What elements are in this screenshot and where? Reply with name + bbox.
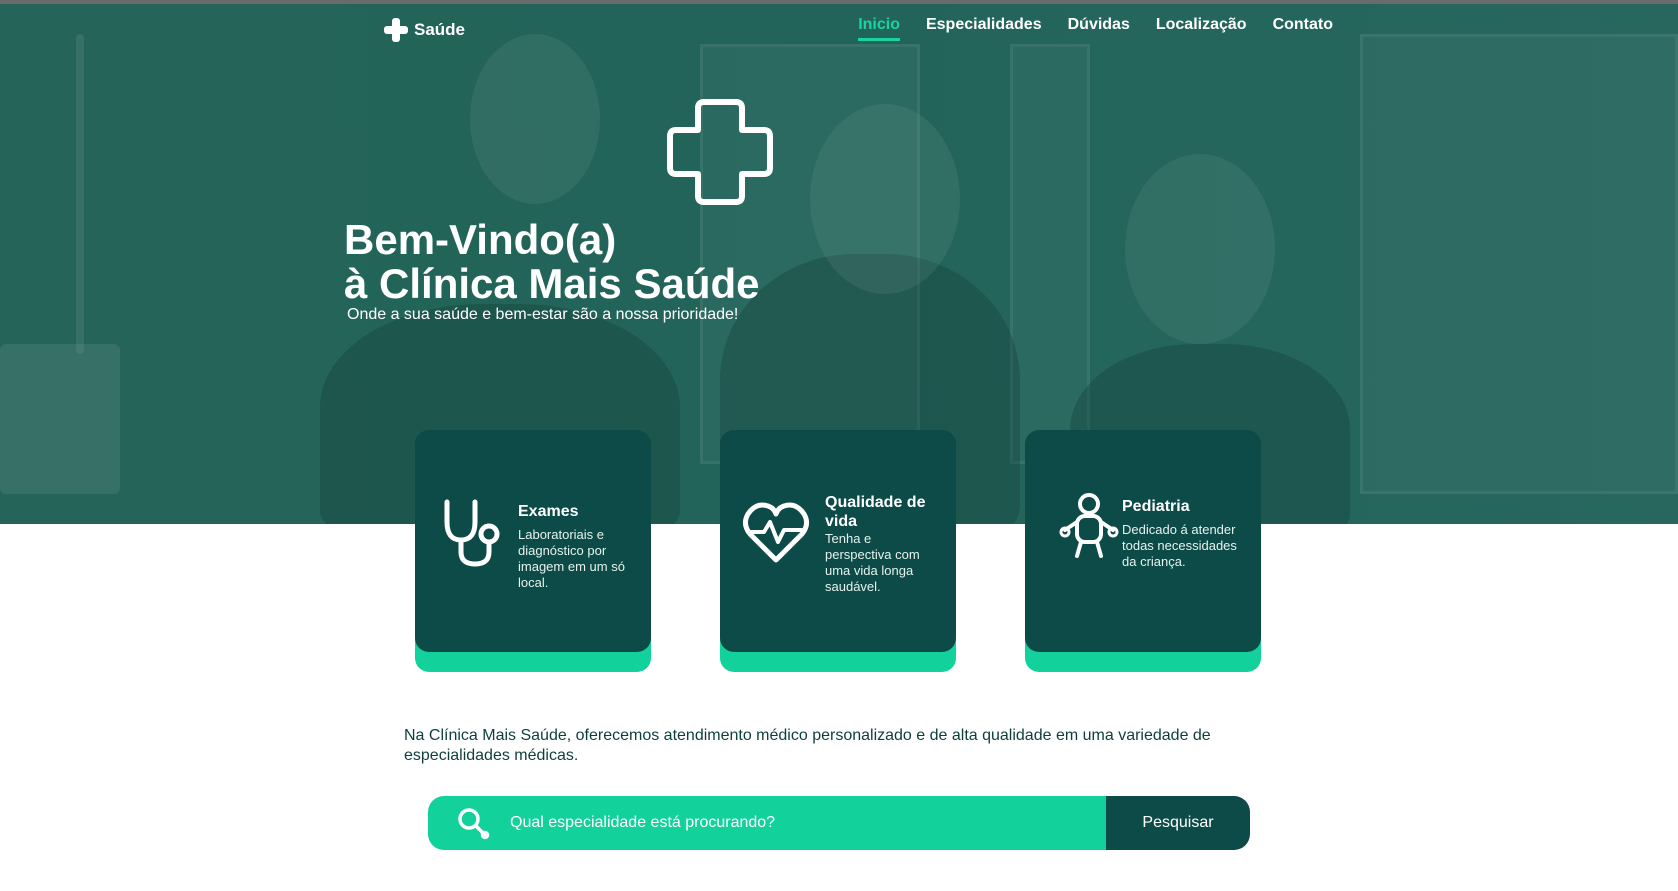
- hero-subtitle: Onde a sua saúde e bem-estar são a nossa…: [347, 306, 739, 323]
- card-text: Dedicado á atender todas necessidades da…: [1122, 522, 1237, 569]
- baby-icon: [1059, 493, 1119, 558]
- card-text: Tenha e perspectiva com uma vida longa s…: [825, 531, 920, 594]
- nav-item-duvidas[interactable]: Dúvidas: [1068, 16, 1130, 41]
- hero-title: Bem-Vindo(a) à Clínica Mais Saúde: [344, 218, 760, 306]
- search-icon: [458, 808, 490, 840]
- card-title: Qualidade de vida: [825, 494, 926, 530]
- medical-cross-icon: [667, 99, 773, 205]
- brand-name: Saúde: [414, 20, 466, 39]
- brand-logo[interactable]: Saúde: [384, 18, 465, 42]
- stethoscope-icon: [444, 499, 500, 567]
- service-card-exames[interactable]: Exames Laboratoriais e diagnóstico por i…: [415, 430, 651, 652]
- search-input[interactable]: [510, 814, 1070, 832]
- main-navigation: Inicio Especialidades Dúvidas Localizaçã…: [858, 16, 1333, 41]
- nav-item-contato[interactable]: Contato: [1273, 16, 1333, 41]
- service-card-qualidade-de-vida[interactable]: Qualidade de vida Tenha e perspectiva co…: [720, 430, 956, 652]
- search-field-wrapper: [428, 796, 1106, 850]
- card-title: Exames: [518, 503, 579, 520]
- hero-title-line1: Bem-Vindo(a): [344, 216, 617, 263]
- card-text: Laboratoriais e diagnóstico por imagem e…: [518, 527, 625, 590]
- specialty-search-bar: Pesquisar: [428, 796, 1250, 850]
- service-card-pediatria[interactable]: Pediatria Dedicado á atender todas neces…: [1025, 430, 1261, 652]
- intro-text: Na Clínica Mais Saúde, oferecemos atendi…: [404, 727, 1211, 764]
- nav-item-localizacao[interactable]: Localização: [1156, 16, 1247, 41]
- plus-icon: [384, 18, 408, 42]
- hero-title-line2: à Clínica Mais Saúde: [344, 260, 760, 307]
- search-button[interactable]: Pesquisar: [1106, 796, 1250, 850]
- card-title: Pediatria: [1122, 498, 1190, 515]
- nav-item-inicio[interactable]: Inicio: [858, 16, 900, 41]
- heart-pulse-icon: [742, 502, 810, 563]
- nav-item-especialidades[interactable]: Especialidades: [926, 16, 1042, 41]
